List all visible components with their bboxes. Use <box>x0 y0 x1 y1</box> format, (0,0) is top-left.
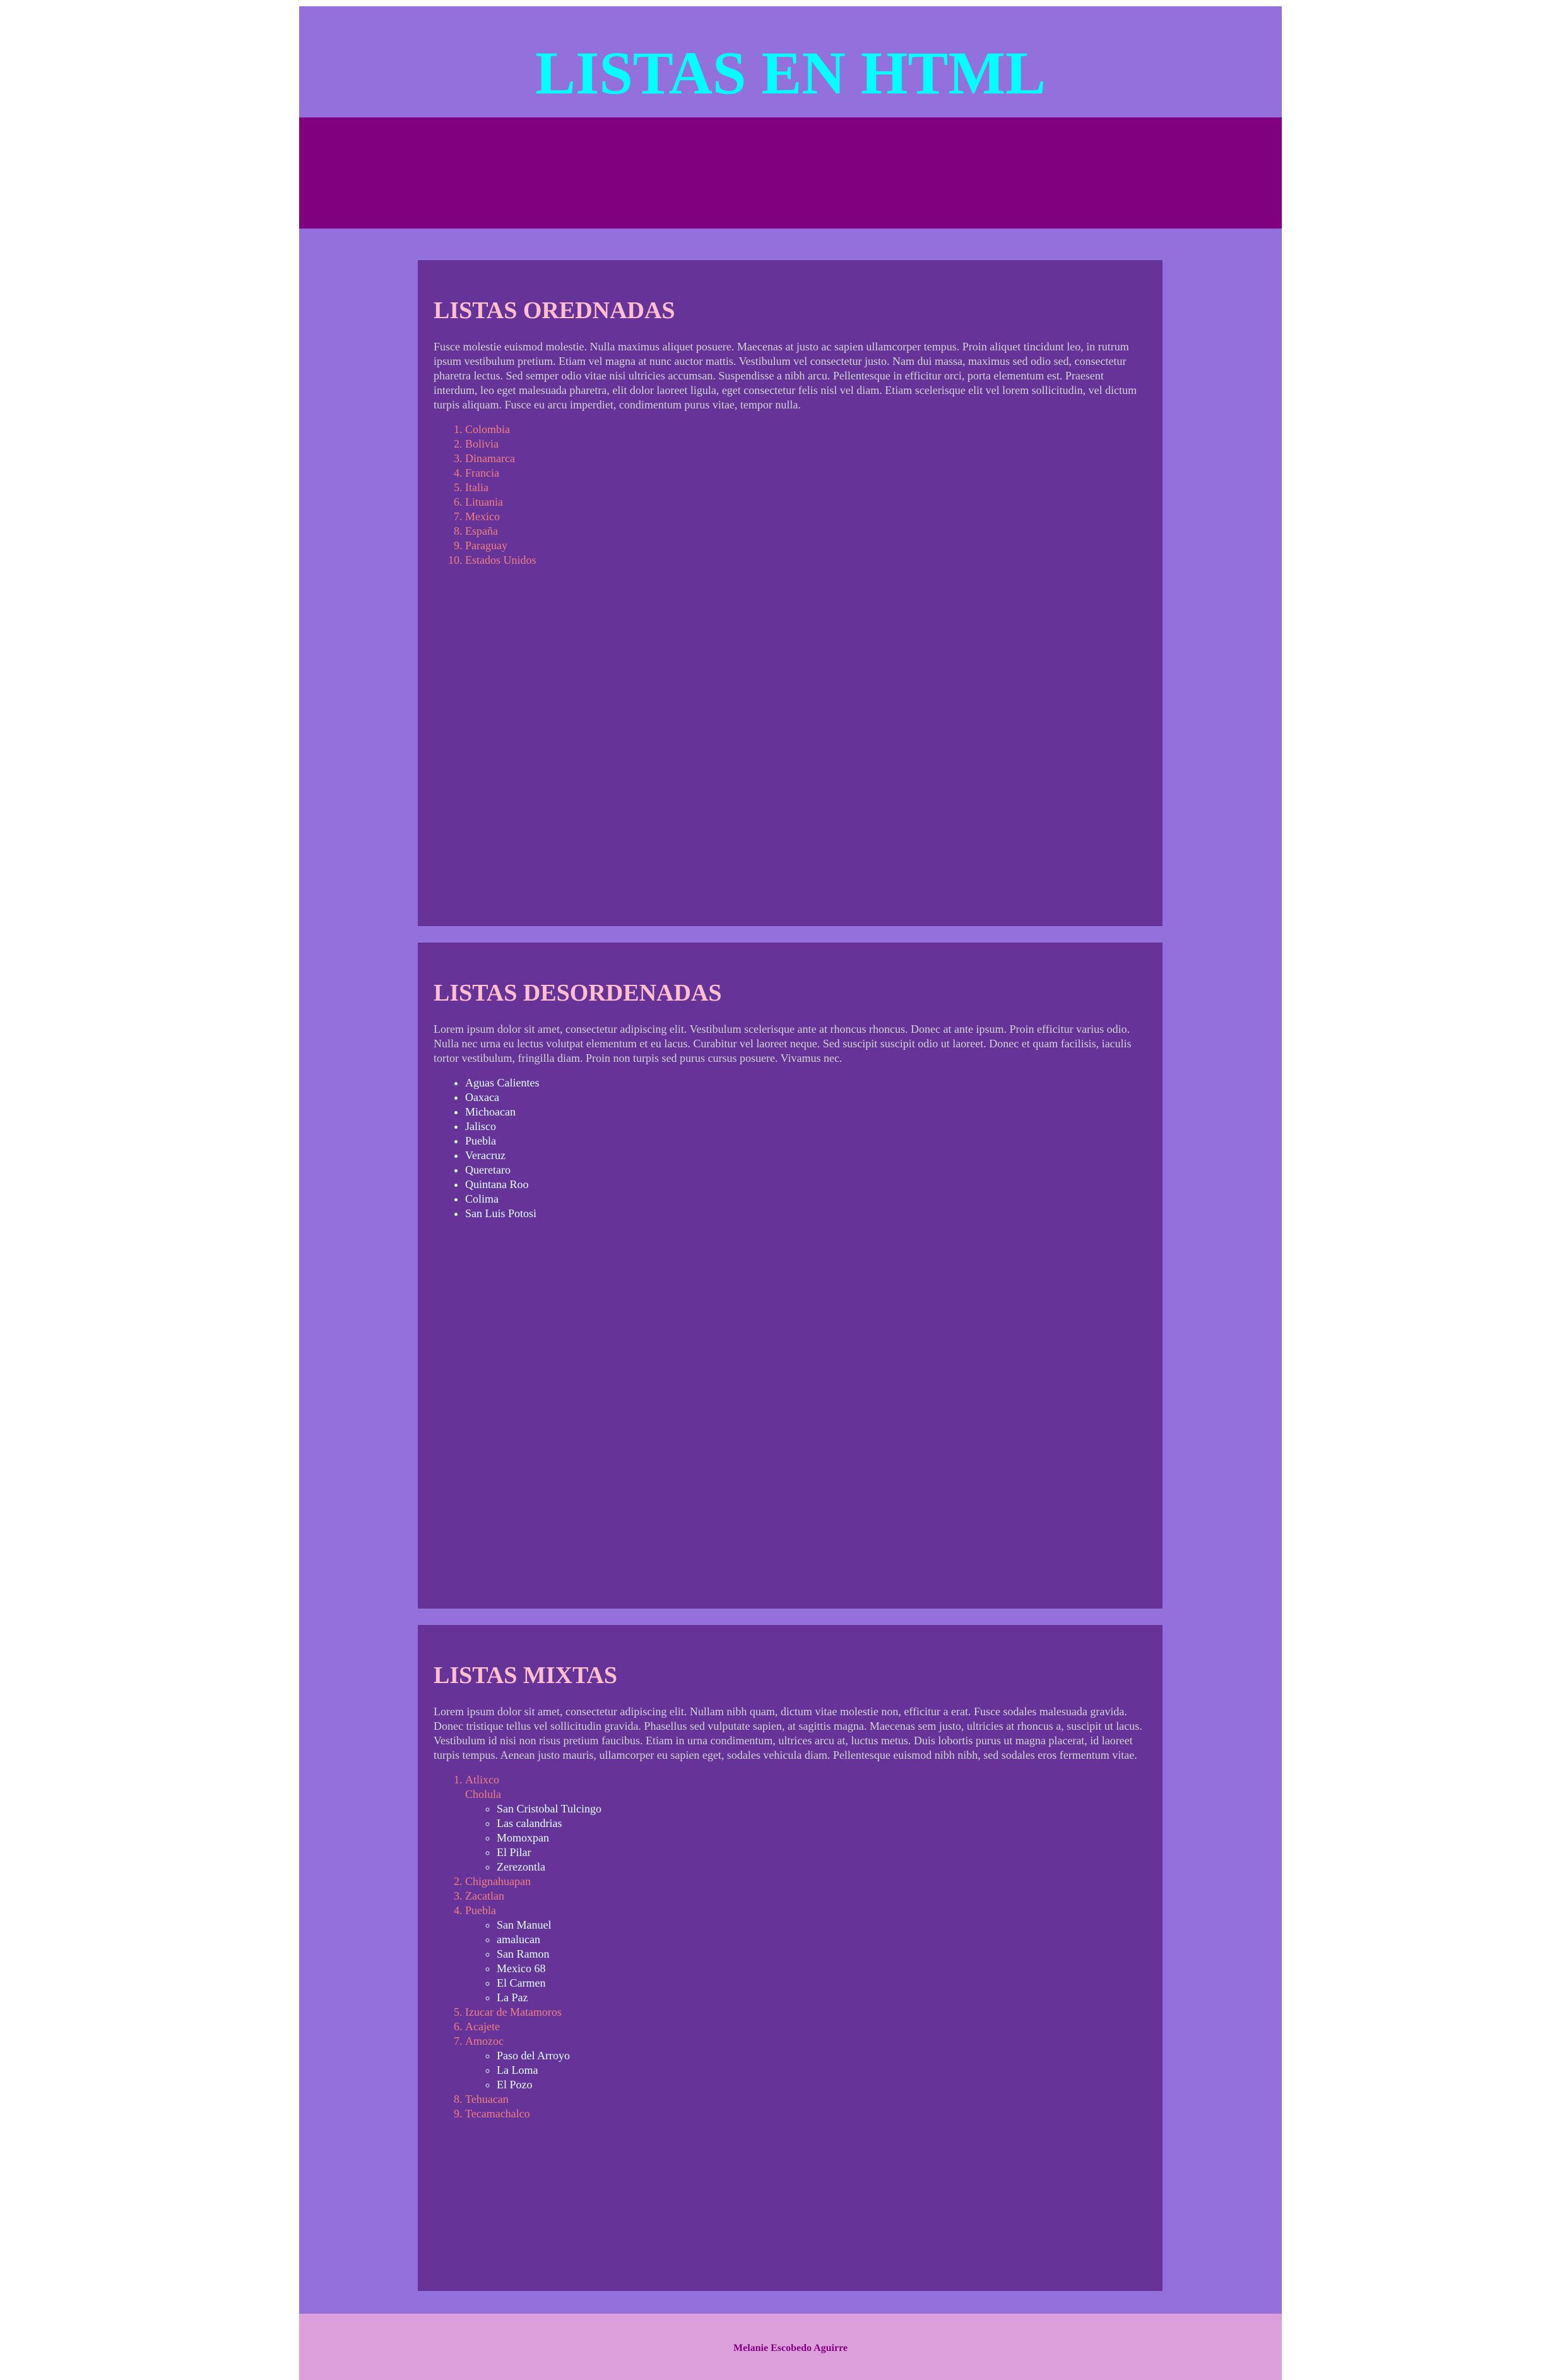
list-item: Colima <box>465 1192 1147 1206</box>
list-item: Italia <box>465 480 1147 495</box>
header-band <box>299 117 1282 229</box>
list-item: Mexico <box>465 509 1147 524</box>
page-footer: Melanie Escobedo Aguirre <box>299 2314 1282 2380</box>
list-item-label: Chignahuapan <box>465 1875 531 1888</box>
nested-list: Paso del ArroyoLa LomaEl Pozo <box>465 2049 1147 2092</box>
nested-list-item: San Manuel <box>497 1918 1147 1932</box>
list-item: Bolivia <box>465 437 1147 451</box>
list-item-label: Acajete <box>465 2020 500 2033</box>
list-item: Jalisco <box>465 1119 1147 1134</box>
list-item: San Luis Potosi <box>465 1206 1147 1221</box>
list-item: Dinamarca <box>465 451 1147 466</box>
list-item-label: Tehuacan <box>465 2093 509 2105</box>
unordered-list: Aguas CalientesOaxacaMichoacanJaliscoPue… <box>434 1076 1147 1221</box>
section-title: LISTAS DESORDENADAS <box>434 980 722 1006</box>
list-item-label: Zacatlan <box>465 1889 504 1902</box>
section-mixed-lists: LISTAS MIXTAS Lorem ipsum dolor sit amet… <box>418 1625 1163 2291</box>
list-item: PueblaSan ManuelamalucanSan RamonMexico … <box>465 1903 1147 2005</box>
list-item: Estados Unidos <box>465 553 1147 568</box>
nested-list-item: Las calandrias <box>497 1816 1147 1831</box>
list-item: Francia <box>465 466 1147 480</box>
list-item: Atlixco Cholula San Cristobal TulcingoLas … <box>465 1773 1147 1874</box>
nested-list-item: El Pozo <box>497 2078 1147 2092</box>
section-title: LISTAS OREDNADAS <box>434 297 675 324</box>
section-text: Lorem ipsum dolor sit amet, consectetur … <box>434 1023 1132 1064</box>
section-ordered-lists: LISTAS OREDNADAS Fusce molestie euismod … <box>418 260 1163 926</box>
nested-list-item: amalucan <box>497 1932 1147 1947</box>
list-item: Aguas Calientes <box>465 1076 1147 1090</box>
list-item-label: Atlixco <box>465 1773 499 1786</box>
list-item: Tecamachalco <box>465 2107 1147 2121</box>
list-item: Queretaro <box>465 1163 1147 1177</box>
list-item-label: Izucar de Matamoros <box>465 2006 562 2018</box>
nested-list-item: Mexico 68 <box>497 1961 1147 1976</box>
list-item-label: Amozoc <box>465 2035 504 2047</box>
nested-list-item: La Paz <box>497 1990 1147 2005</box>
nested-list-item: Zerezontla <box>497 1860 1147 1874</box>
section-unordered-lists: LISTAS DESORDENADAS Lorem ipsum dolor si… <box>418 943 1163 1609</box>
list-item-label: Tecamachalco <box>465 2107 530 2120</box>
page-header: LISTAS EN HTML <box>299 6 1282 117</box>
list-item-sublabel: Cholula <box>465 1788 501 1800</box>
footer-author: Melanie Escobedo Aguirre <box>733 2343 848 2353</box>
list-item: Colombia <box>465 422 1147 437</box>
nested-list-item: El Pilar <box>497 1845 1147 1860</box>
list-item: Quintana Roo <box>465 1177 1147 1192</box>
section-title: LISTAS MIXTAS <box>434 1662 618 1689</box>
list-item: Chignahuapan <box>465 1874 1147 1889</box>
nested-list-item: La Loma <box>497 2063 1147 2078</box>
list-item: España <box>465 524 1147 538</box>
section-text: Lorem ipsum dolor sit amet, consectetur … <box>434 1705 1142 1761</box>
list-item: Oaxaca <box>465 1090 1147 1105</box>
list-item-label: Puebla <box>465 1904 496 1917</box>
nested-list-item: Momoxpan <box>497 1831 1147 1845</box>
page-container: LISTAS EN HTML LISTAS OREDNADAS Fusce mo… <box>299 6 1282 2380</box>
list-item: Amozoc Paso del ArroyoLa LomaEl Pozo <box>465 2034 1147 2092</box>
list-item: Michoacan <box>465 1105 1147 1119</box>
ordered-list: ColombiaBoliviaDinamarcaFranciaItaliaLit… <box>434 422 1147 568</box>
list-item: Izucar de Matamoros <box>465 2005 1147 2020</box>
nested-list-item: El Carmen <box>497 1976 1147 1990</box>
list-item: Paraguay <box>465 538 1147 553</box>
nested-list-item: Paso del Arroyo <box>497 2049 1147 2063</box>
list-item: Tehuacan <box>465 2092 1147 2107</box>
nested-list: San ManuelamalucanSan RamonMexico 68El C… <box>465 1918 1147 2005</box>
list-item: Lituania <box>465 495 1147 509</box>
mixed-list: Atlixco Cholula San Cristobal TulcingoLas … <box>434 1773 1147 2121</box>
section-text: Fusce molestie euismod molestie. Nulla m… <box>434 340 1137 411</box>
nested-list-item: San Ramon <box>497 1947 1147 1961</box>
nested-list-item: San Cristobal Tulcingo <box>497 1802 1147 1816</box>
list-item: Acajete <box>465 2020 1147 2034</box>
list-item: Zacatlan <box>465 1889 1147 1903</box>
list-item: Veracruz <box>465 1148 1147 1163</box>
list-item: Puebla <box>465 1134 1147 1148</box>
nested-list: San Cristobal TulcingoLas calandriasMomo… <box>465 1802 1147 1874</box>
page-title: LISTAS EN HTML <box>535 39 1046 107</box>
